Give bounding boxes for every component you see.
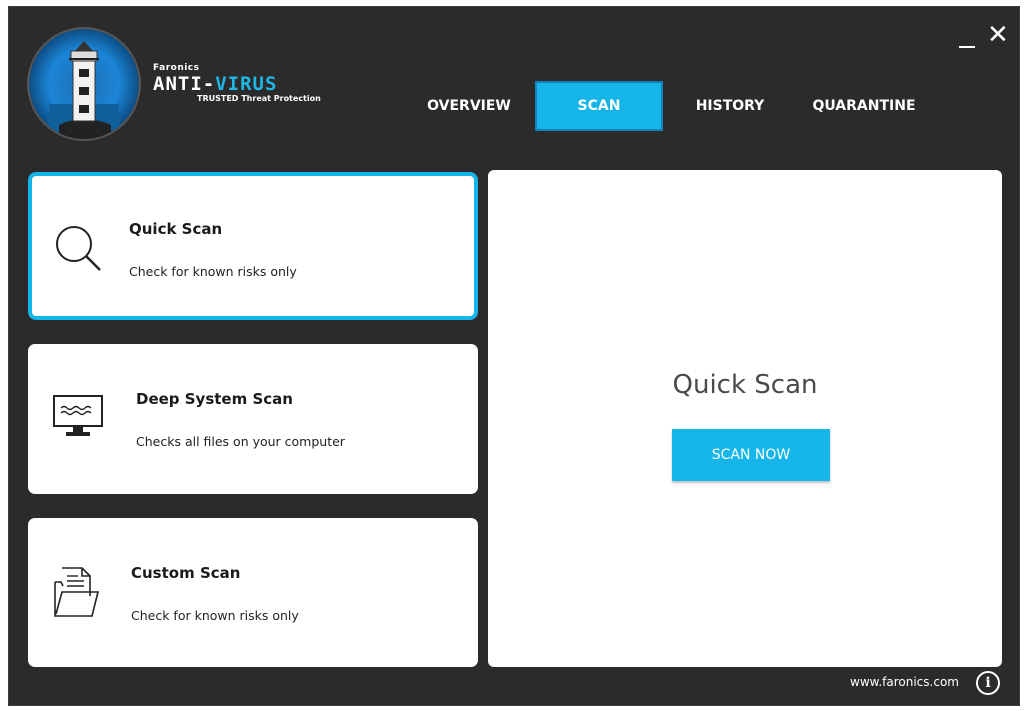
tab-quarantine-label: QUARANTINE [812,98,916,114]
minimize-icon[interactable] [957,29,977,49]
website-link[interactable]: www.faronics.com [850,675,959,689]
brand-logo: Faronics ANTI-VIRUS TRUSTED Threat Prote… [153,63,321,104]
scan-now-button[interactable]: SCAN NOW [672,429,830,481]
brand-company: Faronics [153,63,200,73]
quick-scan-description: Check for known risks only [129,264,297,279]
deep-system-scan-title: Deep System Scan [136,390,293,408]
brand-tagline: TRUSTED Threat Protection [197,94,321,103]
magnifier-icon [50,220,106,280]
tab-history-label: HISTORY [695,98,765,114]
deep-system-scan-card[interactable]: Deep System Scan Checks all files on you… [28,344,478,494]
custom-scan-description: Check for known risks only [131,608,299,623]
custom-scan-card[interactable]: Custom Scan Check for known risks only [28,518,478,667]
tab-quarantine[interactable]: QUARANTINE [809,81,919,131]
app-window: Faronics ANTI-VIRUS TRUSTED Threat Prote… [8,6,1020,706]
folder-document-icon [52,562,102,626]
brand-product-part1: ANTI- [153,73,216,95]
deep-system-scan-description: Checks all files on your computer [136,434,345,449]
brand-product-part2: VIRUS [215,73,278,95]
panel-title: Quick Scan [672,370,818,400]
info-icon[interactable]: i [976,671,1000,695]
tab-overview-label: OVERVIEW [427,98,511,114]
scan-detail-panel: Quick Scan SCAN NOW [488,170,1002,667]
tab-overview[interactable]: OVERVIEW [417,81,521,131]
brand-product: ANTI-VIRUS [153,74,321,94]
monitor-icon [52,394,106,444]
quick-scan-title: Quick Scan [129,220,223,238]
tab-scan-label: SCAN [577,98,621,114]
lighthouse-icon [29,29,139,139]
close-icon[interactable]: ✕ [987,22,1009,48]
tab-scan[interactable]: SCAN [535,81,663,131]
tab-history[interactable]: HISTORY [695,81,765,131]
quick-scan-card[interactable]: Quick Scan Check for known risks only [28,172,478,320]
custom-scan-title: Custom Scan [131,564,241,582]
